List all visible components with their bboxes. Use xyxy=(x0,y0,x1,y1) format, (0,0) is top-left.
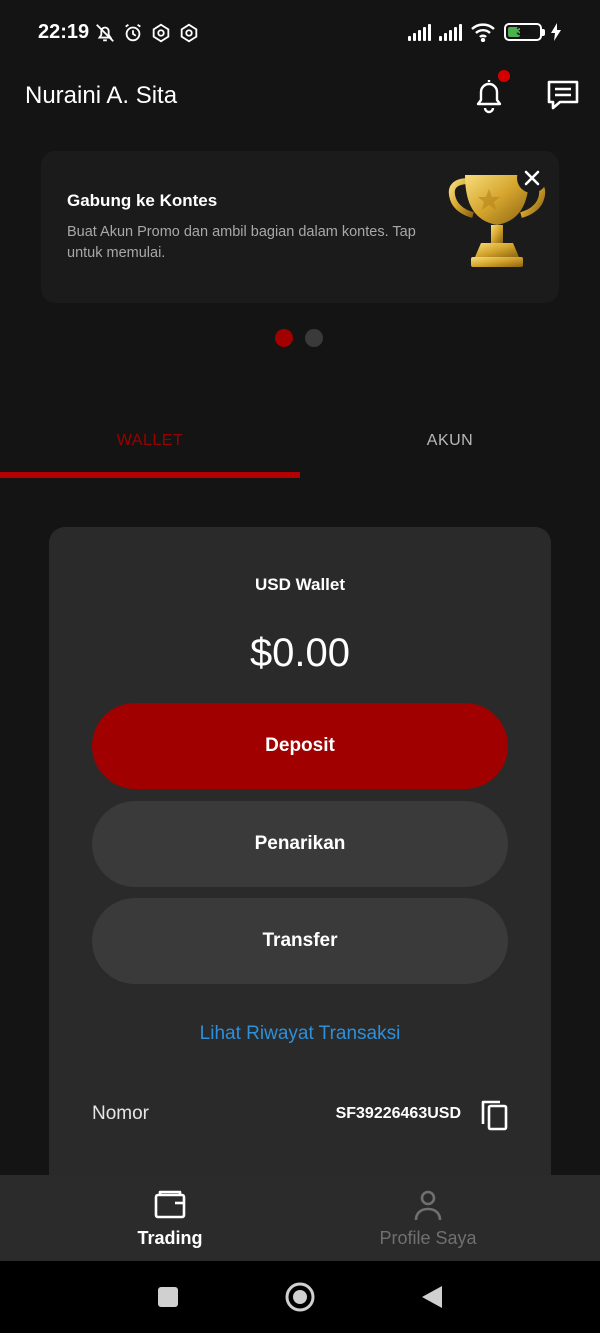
notifications-button[interactable] xyxy=(472,70,510,114)
copy-icon[interactable] xyxy=(479,1098,509,1132)
charging-icon xyxy=(551,23,561,41)
messages-icon xyxy=(547,80,579,110)
wallet-icon xyxy=(154,1190,186,1219)
nav-trading[interactable]: Trading xyxy=(20,1175,320,1261)
app-notification-icon xyxy=(152,23,170,43)
status-time: 22:19 xyxy=(38,21,90,43)
deposit-button[interactable]: Deposit xyxy=(92,703,508,789)
home-button[interactable] xyxy=(284,1281,316,1313)
bell-off-icon xyxy=(96,24,114,42)
carousel-dot[interactable] xyxy=(305,329,323,347)
alarm-icon xyxy=(125,23,141,42)
carousel-indicator xyxy=(275,329,323,347)
promo-card[interactable]: Gabung ke Kontes Buat Akun Promo dan amb… xyxy=(41,151,559,303)
notification-dot xyxy=(498,70,510,82)
signal-icon xyxy=(408,23,431,41)
home-icon xyxy=(285,1282,315,1312)
app-notification-icon xyxy=(180,23,198,43)
promo-title: Gabung ke Kontes xyxy=(67,191,218,210)
status-icons-right: 39 xyxy=(408,22,562,42)
tab-wallet[interactable]: WALLET xyxy=(0,410,300,480)
withdraw-button[interactable]: Penarikan xyxy=(92,801,508,887)
promo-description: Buat Akun Promo dan ambil bagian dalam k… xyxy=(67,224,416,261)
account-number: SF39226463USD xyxy=(335,1105,461,1122)
wallet-balance: $0.00 xyxy=(249,631,351,675)
transaction-history-link[interactable]: Lihat Riwayat Transaksi xyxy=(49,1023,551,1045)
messages-button[interactable] xyxy=(546,78,580,112)
nav-profile[interactable]: Profile Saya xyxy=(278,1175,578,1261)
profile-icon xyxy=(414,1190,442,1221)
battery-icon: 39 xyxy=(504,23,545,41)
account-number-label: Nomor xyxy=(92,1103,150,1124)
wifi-icon xyxy=(471,23,495,42)
tab-active-underline xyxy=(0,472,300,478)
status-icons-left xyxy=(94,22,200,44)
nav-trading-label: Trading xyxy=(137,1228,203,1248)
status-bar: 22:19 39 xyxy=(0,0,600,66)
tab-bar: WALLET AKUN xyxy=(0,410,600,480)
user-name: Nuraini A. Sita xyxy=(25,82,178,109)
bottom-navigation: Trading Profile Saya xyxy=(0,1175,600,1261)
wallet-card: USD Wallet $0.00 Deposit Penarikan Trans… xyxy=(49,527,551,1207)
bell-icon xyxy=(476,80,502,114)
system-navigation-bar xyxy=(0,1261,600,1333)
carousel-dot-active[interactable] xyxy=(275,329,293,347)
tab-akun[interactable]: AKUN xyxy=(300,410,600,480)
signal-icon xyxy=(439,23,462,41)
back-button[interactable] xyxy=(416,1281,448,1313)
tab-akun-label: AKUN xyxy=(426,432,474,449)
nav-profile-label: Profile Saya xyxy=(379,1228,477,1248)
app-header: Nuraini A. Sita xyxy=(0,66,600,126)
promo-close-button[interactable] xyxy=(517,163,547,193)
wallet-title: USD Wallet xyxy=(254,575,346,594)
battery-level: 39 xyxy=(516,24,530,38)
transfer-button[interactable]: Transfer xyxy=(92,898,508,984)
recents-button[interactable] xyxy=(152,1281,184,1313)
back-icon xyxy=(422,1286,442,1308)
close-icon xyxy=(524,170,540,186)
recents-icon xyxy=(158,1287,178,1307)
